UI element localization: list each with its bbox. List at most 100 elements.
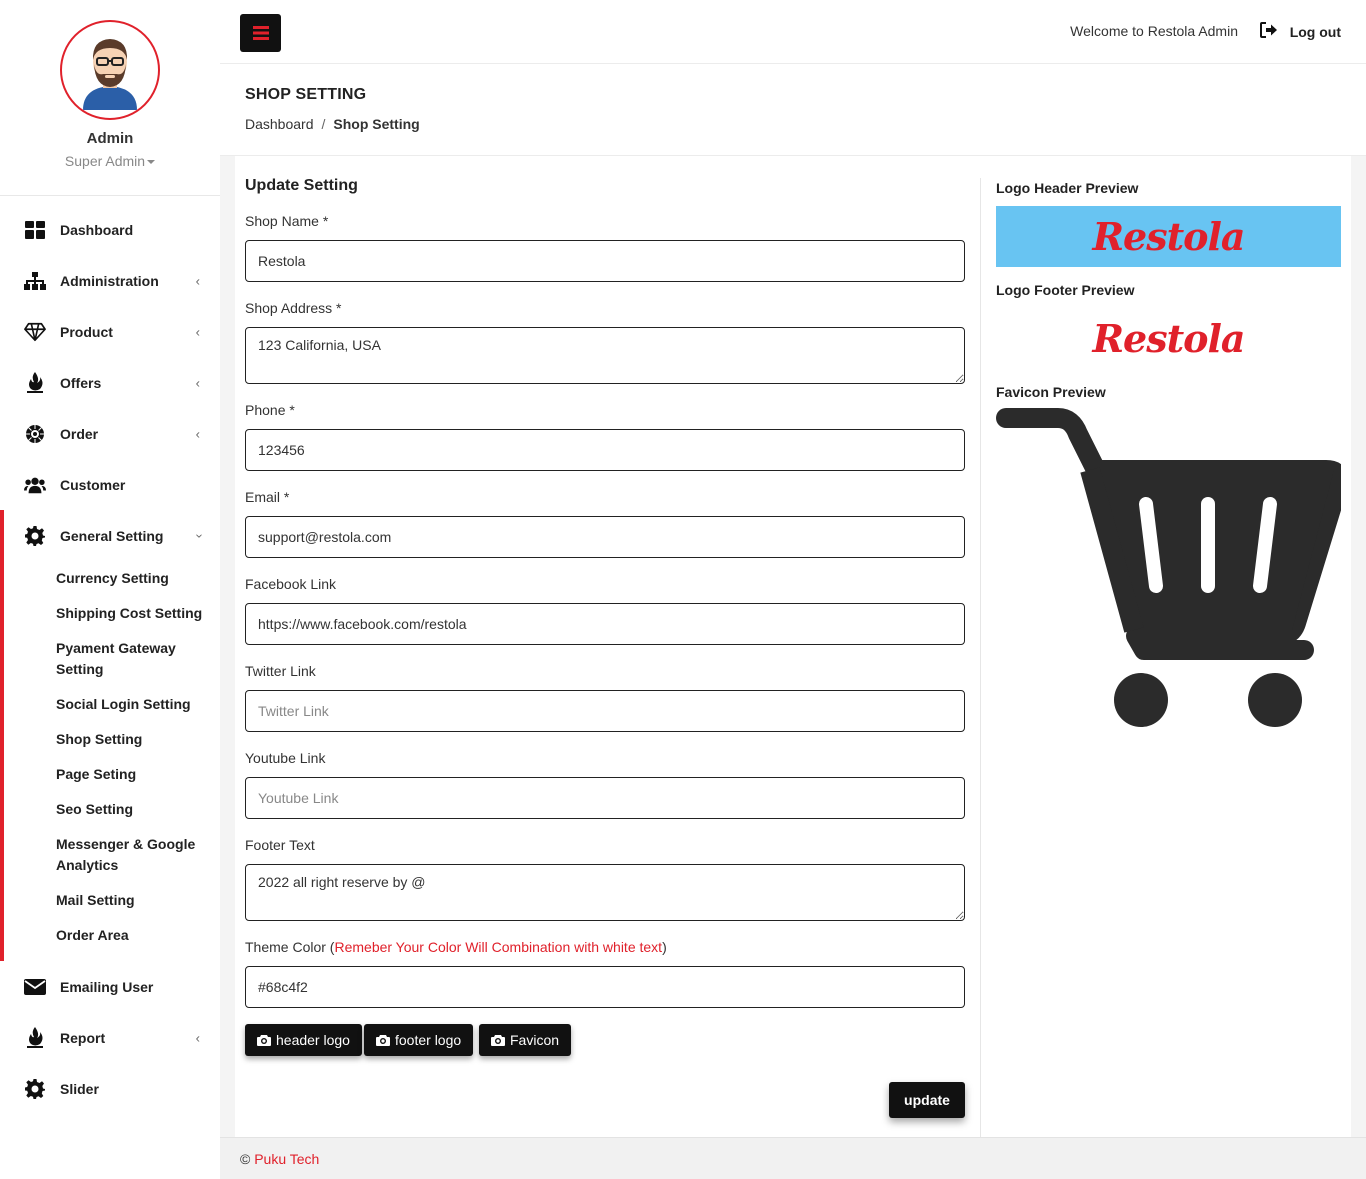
sidebar-item-slider[interactable]: Slider	[0, 1063, 220, 1114]
logo-header-preview: Restola	[996, 206, 1341, 267]
header-logo-button[interactable]: header logo	[245, 1024, 362, 1056]
order-icon	[24, 423, 46, 445]
camera-icon	[491, 1034, 505, 1046]
submenu-item-page-setting[interactable]: Page Seting	[56, 757, 220, 792]
breadcrumb-separator: /	[321, 116, 326, 132]
profile-panel: Admin Super Admin	[0, 0, 220, 196]
sidebar-item-customer[interactable]: Customer	[0, 459, 220, 510]
sidebar-item-label: Emailing User	[60, 978, 154, 995]
logo-footer-text: Restola	[1092, 316, 1245, 361]
caret-down-icon	[147, 160, 156, 165]
avatar[interactable]	[60, 20, 160, 120]
shopping-cart-icon	[996, 408, 1341, 727]
facebook-label: Facebook Link	[245, 576, 337, 592]
sidebar-item-emailing-user[interactable]: Emailing User	[0, 961, 220, 1012]
twitter-label: Twitter Link	[245, 663, 316, 679]
chevron-left-icon: ‹	[195, 375, 200, 390]
camera-icon	[376, 1034, 390, 1046]
settings-card: Update Setting Shop Name * Shop Address …	[235, 156, 1351, 1137]
sidebar-item-label: Customer	[60, 476, 126, 493]
phone-input[interactable]	[245, 429, 965, 471]
breadcrumb-current: Shop Setting	[333, 116, 420, 132]
chevron-left-icon: ‹	[195, 426, 200, 441]
theme-color-label-start: Theme Color (	[245, 939, 335, 955]
header-logo-button-label: header logo	[276, 1032, 350, 1048]
theme-color-input[interactable]	[245, 966, 965, 1008]
shop-name-input[interactable]	[245, 240, 965, 282]
phone-label: Phone *	[245, 402, 295, 418]
youtube-label: Youtube Link	[245, 750, 326, 766]
breadcrumb-home[interactable]: Dashboard	[245, 116, 314, 132]
sidebar-item-label: Offers	[60, 374, 102, 391]
favicon-button-label: Favicon	[510, 1032, 560, 1048]
facebook-input[interactable]	[245, 603, 965, 645]
email-input[interactable]	[245, 516, 965, 558]
fire-icon	[24, 1026, 46, 1049]
submenu-item-currency-setting[interactable]: Currency Setting	[56, 561, 220, 596]
page-title: SHOP SETTING	[245, 86, 367, 103]
hamburger-icon	[252, 26, 269, 40]
topbar: Welcome to Restola Admin Log out	[220, 0, 1366, 64]
footer-brand-link[interactable]: Puku Tech	[254, 1151, 319, 1167]
envelope-icon	[24, 976, 46, 998]
theme-color-label: Theme Color (Remeber Your Color Will Com…	[245, 939, 667, 955]
sidebar-menu: Dashboard Administration ‹ Product ‹ Off…	[0, 196, 220, 510]
favicon-button[interactable]: Favicon	[479, 1024, 572, 1056]
gear-icon	[24, 525, 46, 547]
chevron-left-icon: ‹	[195, 324, 200, 339]
sidebar-item-offers[interactable]: Offers ‹	[0, 357, 220, 408]
logout-link[interactable]: Log out	[1290, 24, 1341, 40]
sidebar-item-label: Order	[60, 425, 99, 442]
gear-icon	[24, 1078, 46, 1100]
logo-footer-preview: Restola	[996, 308, 1341, 369]
sidebar-item-order[interactable]: Order ‹	[0, 408, 220, 459]
logo-header-text: Restola	[1092, 214, 1245, 259]
submenu-item-seo-setting[interactable]: Seo Setting	[56, 792, 220, 827]
footer-text-textarea[interactable]: 2022 all right reserve by @	[245, 864, 965, 921]
column-divider	[980, 178, 981, 1137]
shop-address-label: Shop Address *	[245, 300, 342, 316]
submenu-item-social-login-setting[interactable]: Social Login Setting	[56, 687, 220, 722]
page-footer: © Puku Tech	[220, 1137, 1366, 1179]
submenu-item-shipping-cost-setting[interactable]: Shipping Cost Setting	[56, 596, 220, 631]
submenu-item-payment-gateway-setting[interactable]: Pyament Gateway Setting	[56, 631, 196, 687]
chevron-down-icon: ‹	[190, 533, 206, 538]
sidebar-item-product[interactable]: Product ‹	[0, 306, 220, 357]
twitter-input[interactable]	[245, 690, 965, 732]
sign-out-icon[interactable]	[1260, 22, 1278, 43]
submenu-item-messenger-analytics[interactable]: Messenger & Google Analytics	[56, 827, 196, 883]
menu-toggle-button[interactable]	[240, 14, 281, 52]
profile-role-label: Super Admin	[64, 153, 146, 169]
shop-address-textarea[interactable]: 123 California, USA	[245, 327, 965, 384]
camera-icon	[257, 1034, 271, 1046]
footer-copyright: © Puku Tech	[240, 1151, 319, 1167]
sidebar-item-report[interactable]: Report ‹	[0, 1012, 220, 1063]
breadcrumb: Dashboard / Shop Setting	[245, 116, 420, 132]
sidebar-item-dashboard[interactable]: Dashboard	[0, 204, 220, 255]
favicon-preview-label: Favicon Preview	[996, 384, 1106, 400]
sidebar-item-label: Product	[60, 323, 113, 340]
footer-logo-button-label: footer logo	[395, 1032, 462, 1048]
sidebar-item-label: General Setting	[60, 527, 164, 544]
sidebar-item-administration[interactable]: Administration ‹	[0, 255, 220, 306]
sidebar-item-general-setting[interactable]: General Setting ‹	[4, 510, 220, 561]
page-header: SHOP SETTING Dashboard / Shop Setting	[220, 64, 1366, 156]
submenu-item-mail-setting[interactable]: Mail Setting	[56, 883, 220, 918]
sidebar-item-label: Slider	[60, 1080, 99, 1097]
footer-text-label: Footer Text	[245, 837, 315, 853]
copyright-symbol: ©	[240, 1151, 251, 1167]
sidebar: Admin Super Admin Dashboard Administrati…	[0, 0, 220, 1179]
users-icon	[24, 474, 46, 496]
general-setting-group: General Setting ‹ Currency Setting Shipp…	[0, 510, 220, 961]
footer-logo-button[interactable]: footer logo	[364, 1024, 474, 1056]
youtube-input[interactable]	[245, 777, 965, 819]
diamond-icon	[24, 321, 46, 343]
update-button[interactable]: update	[889, 1082, 965, 1118]
shop-name-label: Shop Name *	[245, 213, 329, 229]
profile-name: Admin	[86, 130, 134, 147]
general-setting-submenu: Currency Setting Shipping Cost Setting P…	[4, 561, 220, 961]
submenu-item-shop-setting[interactable]: Shop Setting	[56, 722, 220, 757]
profile-role-dropdown[interactable]: Super Admin	[0, 153, 220, 169]
submenu-item-order-area[interactable]: Order Area	[56, 918, 220, 953]
sidebar-menu-bottom: Emailing User Report ‹ Slider	[0, 961, 220, 1114]
